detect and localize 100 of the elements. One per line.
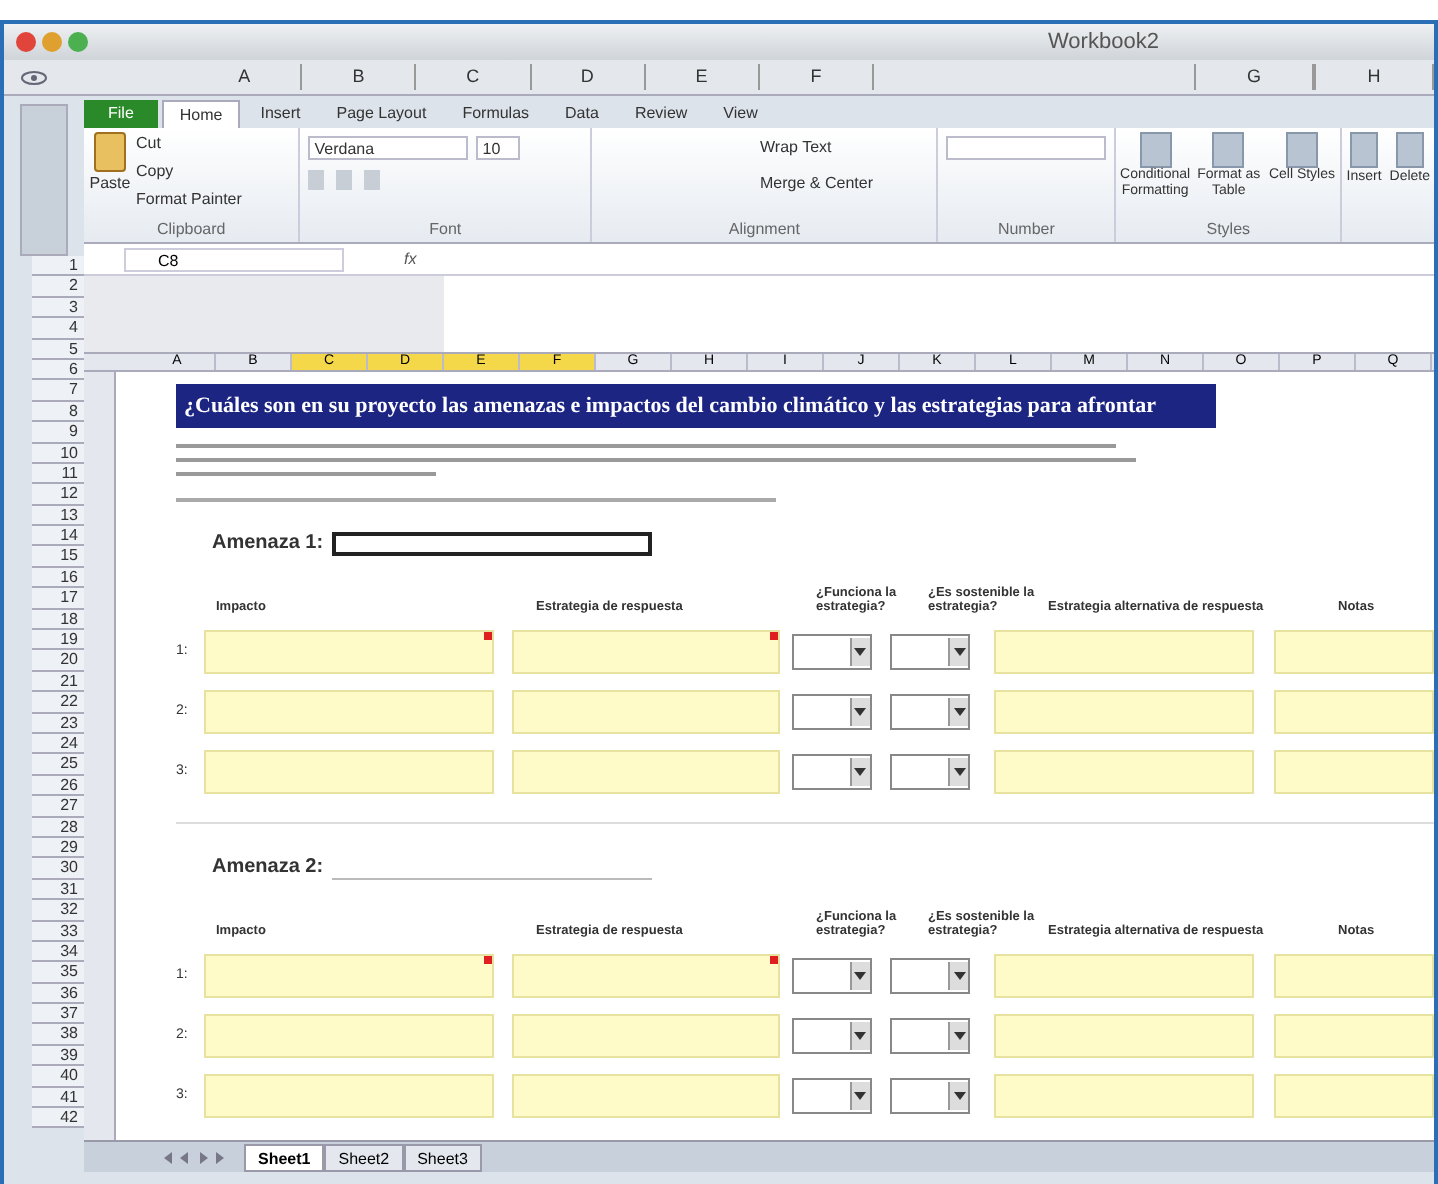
eye-icon[interactable] [20,69,48,85]
row-number: 9 [32,422,84,444]
name-box[interactable]: C8 [124,247,344,271]
ribbon-tab[interactable]: Page Layout [320,100,443,128]
ribbon-tab[interactable]: View [707,100,774,128]
input-field[interactable] [994,630,1255,674]
row-number: 16 [32,567,84,589]
ribbon-tab[interactable]: Review [618,100,704,128]
table-icon [1212,132,1245,168]
input-field[interactable] [994,954,1255,998]
wrap-text-button[interactable]: Wrap Text [760,136,929,160]
dropdown[interactable] [791,1078,872,1114]
row-number: 40 [32,1066,84,1088]
row-number: 8 [32,401,84,423]
input-field[interactable] [1274,1074,1434,1118]
input-field[interactable] [512,750,781,794]
row-number: 19 [32,630,84,651]
input-field[interactable] [203,690,494,734]
input-field[interactable] [512,954,781,998]
comment-indicator-icon [770,632,779,640]
input-field[interactable] [203,1014,494,1058]
input-field[interactable] [512,690,781,734]
sheet-tab[interactable]: Sheet2 [324,1143,404,1171]
number-format-field[interactable] [946,136,1107,160]
row-number: 4 [32,318,84,340]
input-field[interactable] [203,954,494,998]
input-field[interactable] [1274,630,1434,674]
dropdown[interactable] [890,1078,971,1114]
input-field[interactable] [203,630,494,674]
ribbon-tab[interactable]: Home [161,100,241,128]
input-field[interactable] [512,1014,781,1058]
group-label: Alignment [726,218,802,242]
row-number: 28 [32,817,84,838]
close-button[interactable] [16,32,36,52]
dropdown[interactable] [791,958,872,994]
ribbon-tab[interactable]: Insert [244,100,317,128]
input-field[interactable] [203,1074,494,1118]
font-size-field[interactable]: 10 [476,136,521,160]
ruler-column-header: F [759,63,875,91]
section-label: Amenaza 1: [212,530,324,558]
table-icon [1285,132,1318,168]
input-field[interactable] [1274,1014,1434,1058]
input-field[interactable] [994,1074,1255,1118]
clipboard-icon [94,132,126,172]
dropdown[interactable] [791,634,872,670]
input-field[interactable] [994,690,1255,734]
row-number: 18 [32,609,84,631]
input-field[interactable] [512,1074,781,1118]
row-number: 26 [32,775,84,797]
dropdown[interactable] [890,754,971,790]
sheet-tab[interactable]: Sheet3 [403,1143,482,1171]
clipboard-command[interactable]: Copy [136,160,242,184]
input-field[interactable] [203,750,494,794]
dropdown[interactable] [890,694,971,730]
dropdown[interactable] [791,754,872,790]
dropdown[interactable] [890,1018,971,1054]
file-tab[interactable]: File [84,100,158,128]
input-field[interactable] [1274,750,1434,794]
row-number: 24 [32,733,84,755]
font-name-field[interactable]: Verdana [308,136,469,160]
ribbon-tab[interactable]: Formulas [446,100,546,128]
row-number: 6 [32,359,84,381]
sheet-navigation-icon[interactable] [164,1151,224,1163]
row-number: 35 [32,962,84,984]
row-number: 42 [32,1108,84,1129]
group-label: Styles [1204,218,1253,242]
minimize-button[interactable] [42,32,62,52]
dropdown[interactable] [791,1018,872,1054]
row-number: 30 [32,858,84,880]
group-label: Number [995,218,1057,242]
function-button[interactable]: fx [404,247,417,271]
comment-indicator-icon [483,632,492,640]
input-field[interactable] [1274,954,1434,998]
dropdown[interactable] [791,694,872,730]
ruler-column-header: H [1314,63,1434,91]
row-number: 39 [32,1045,84,1067]
window-title: Workbook2 [1048,27,1159,58]
group-label: Font [427,218,464,242]
row-number: 3 [32,297,84,319]
clipboard-command[interactable]: Cut [136,132,242,156]
paste-button[interactable]: Paste [89,172,131,196]
comment-indicator-icon [483,956,492,964]
input-field[interactable] [994,1014,1255,1058]
row-number: 11 [32,463,84,485]
input-field[interactable] [1274,690,1434,734]
row-number: 13 [32,505,84,527]
sheet-tab[interactable]: Sheet1 [244,1143,325,1171]
zoom-button[interactable] [68,32,88,52]
dropdown[interactable] [890,958,971,994]
input-field[interactable] [994,750,1255,794]
input-field[interactable] [512,630,781,674]
clipboard-command[interactable]: Format Painter [136,188,242,212]
row-number: 12 [32,484,84,506]
row-number: 7 [32,380,84,402]
row-number: 10 [32,443,84,464]
ruler-column-header: D [531,63,646,91]
ribbon-tab[interactable]: Data [549,100,615,128]
dropdown[interactable] [890,634,971,670]
threat-name-field[interactable] [331,531,652,555]
merge-center-button[interactable]: Merge & Center [760,172,929,196]
